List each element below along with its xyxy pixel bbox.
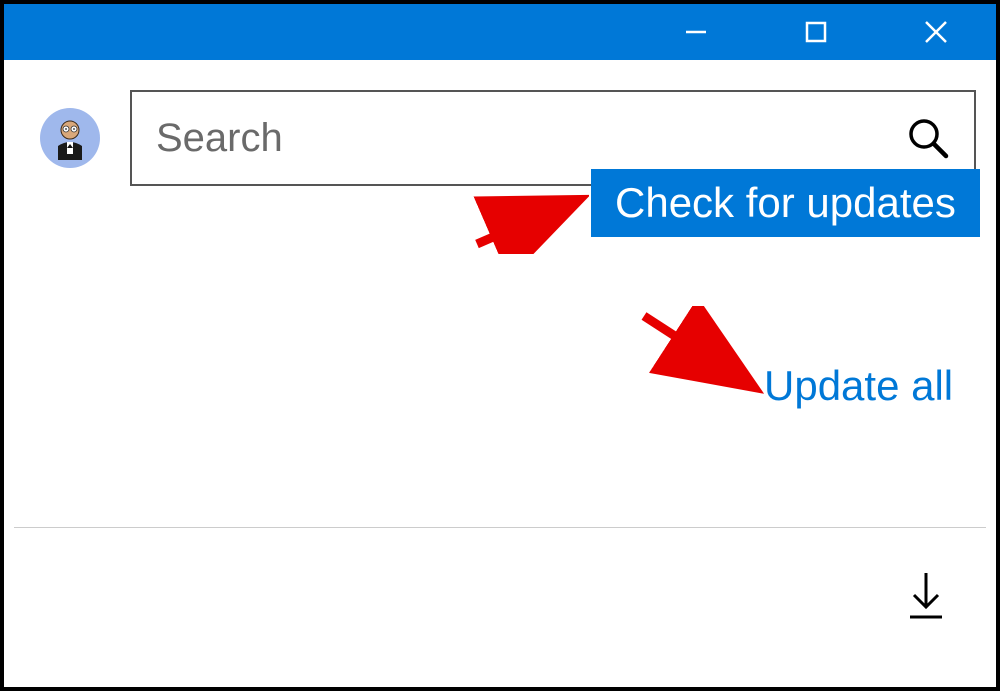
update-all-link[interactable]: Update all xyxy=(764,362,953,410)
window-controls xyxy=(636,4,996,60)
titlebar xyxy=(4,4,996,60)
annotation-arrow-1 xyxy=(469,184,589,254)
divider xyxy=(14,527,986,528)
content-area xyxy=(4,60,996,186)
close-icon xyxy=(921,17,951,47)
check-for-updates-button[interactable]: Check for updates xyxy=(591,169,980,237)
avatar-icon xyxy=(48,116,92,160)
minimize-icon xyxy=(683,19,709,45)
maximize-icon xyxy=(803,19,829,45)
annotation-arrow-2 xyxy=(634,306,764,396)
download-button[interactable] xyxy=(906,571,946,621)
avatar[interactable] xyxy=(40,108,100,168)
minimize-button[interactable] xyxy=(636,4,756,60)
download-icon xyxy=(906,571,946,621)
search-icon xyxy=(906,116,950,160)
close-button[interactable] xyxy=(876,4,996,60)
search-input[interactable] xyxy=(156,116,906,161)
maximize-button[interactable] xyxy=(756,4,876,60)
